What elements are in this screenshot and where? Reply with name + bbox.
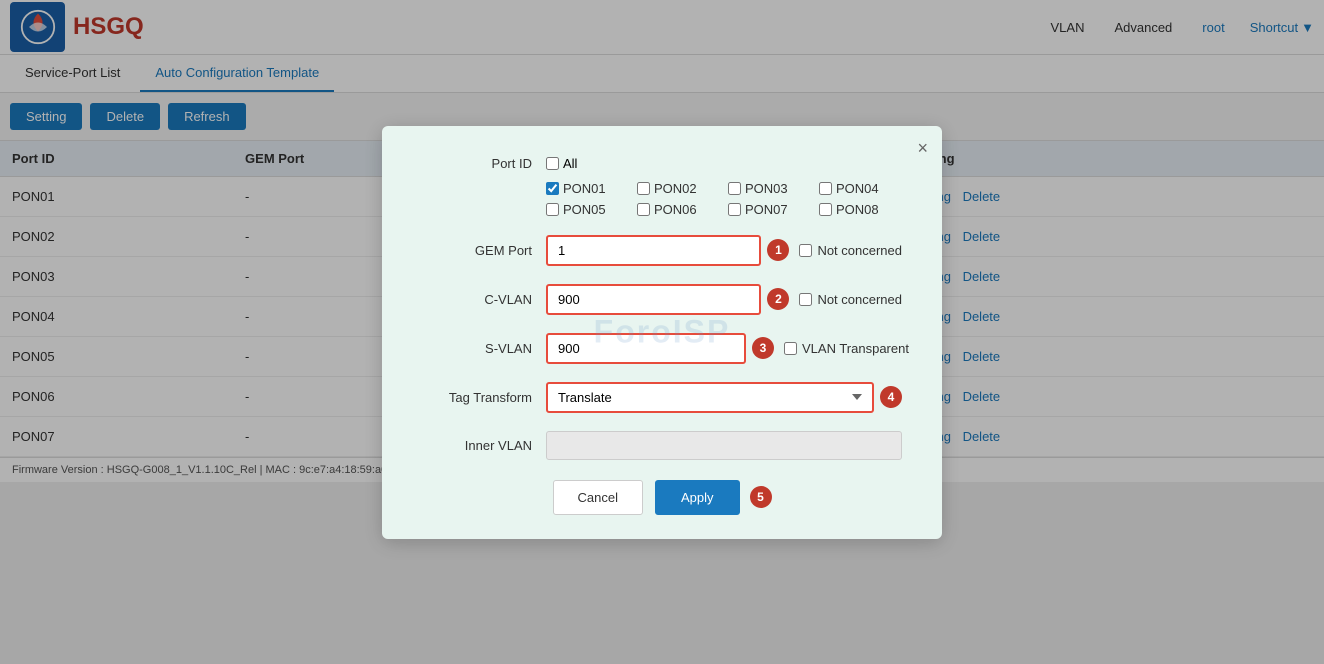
all-checkbox-item: All xyxy=(546,156,577,171)
gem-not-concerned-checkbox[interactable] xyxy=(799,244,812,257)
pon05-checkbox[interactable] xyxy=(546,203,559,216)
pon06-checkbox[interactable] xyxy=(637,203,650,216)
step5-badge: 5 xyxy=(750,486,772,508)
c-vlan-not-concerned-checkbox[interactable] xyxy=(799,293,812,306)
pon03-item: PON03 xyxy=(728,181,811,196)
pon07-label: PON07 xyxy=(745,202,788,217)
c-vlan-label: C-VLAN xyxy=(422,292,532,307)
gem-not-concerned-label: Not concerned xyxy=(817,243,902,258)
gem-port-label: GEM Port xyxy=(422,243,532,258)
inner-vlan-label: Inner VLAN xyxy=(422,438,532,453)
pon03-label: PON03 xyxy=(745,181,788,196)
pon04-item: PON04 xyxy=(819,181,902,196)
tag-transform-select[interactable]: Translate Add Remove Transparent xyxy=(546,382,874,413)
gem-port-row: GEM Port 1 Not concerned xyxy=(422,235,902,266)
modal-overlay: × ForoISP Port ID All PON01 PON02 xyxy=(0,0,1324,664)
step3-badge: 3 xyxy=(752,337,774,359)
pon07-checkbox[interactable] xyxy=(728,203,741,216)
s-vlan-label: S-VLAN xyxy=(422,341,532,356)
step1-badge: 1 xyxy=(767,239,789,261)
modal-footer: Cancel Apply 5 xyxy=(422,480,902,515)
pon-row-2: PON05 PON06 PON07 PON08 xyxy=(546,202,902,217)
pon02-checkbox[interactable] xyxy=(637,182,650,195)
pon02-item: PON02 xyxy=(637,181,720,196)
apply-wrap: Apply 5 xyxy=(655,480,772,515)
modal-close-button[interactable]: × xyxy=(917,138,928,159)
c-vlan-row: C-VLAN 2 Not concerned xyxy=(422,284,902,315)
pon06-item: PON06 xyxy=(637,202,720,217)
apply-button[interactable]: Apply xyxy=(655,480,740,515)
gem-not-concerned-wrap: Not concerned xyxy=(799,243,902,258)
cancel-button[interactable]: Cancel xyxy=(553,480,643,515)
pon08-checkbox[interactable] xyxy=(819,203,832,216)
pon05-item: PON05 xyxy=(546,202,629,217)
c-vlan-input[interactable] xyxy=(546,284,761,315)
pon04-checkbox[interactable] xyxy=(819,182,832,195)
pon06-label: PON06 xyxy=(654,202,697,217)
gem-port-input[interactable] xyxy=(546,235,761,266)
tag-transform-row: Tag Transform Translate Add Remove Trans… xyxy=(422,382,902,413)
inner-vlan-row: Inner VLAN xyxy=(422,431,902,460)
inner-vlan-input xyxy=(546,431,902,460)
c-vlan-not-concerned-wrap: Not concerned xyxy=(799,292,902,307)
pon01-checkbox[interactable] xyxy=(546,182,559,195)
s-vlan-row: S-VLAN 3 VLAN Transparent xyxy=(422,333,902,364)
pon05-label: PON05 xyxy=(563,202,606,217)
s-vlan-input[interactable] xyxy=(546,333,746,364)
pon08-label: PON08 xyxy=(836,202,879,217)
step4-badge: 4 xyxy=(880,386,902,408)
pon02-label: PON02 xyxy=(654,181,697,196)
pon03-checkbox[interactable] xyxy=(728,182,741,195)
step2-badge: 2 xyxy=(767,288,789,310)
all-checkbox[interactable] xyxy=(546,157,559,170)
port-id-label: Port ID xyxy=(422,156,532,171)
pon07-item: PON07 xyxy=(728,202,811,217)
s-vlan-transparent-wrap: VLAN Transparent xyxy=(784,341,909,356)
modal-dialog: × ForoISP Port ID All PON01 PON02 xyxy=(382,126,942,539)
pon01-label: PON01 xyxy=(563,181,606,196)
c-vlan-not-concerned-label: Not concerned xyxy=(817,292,902,307)
all-label: All xyxy=(563,156,577,171)
port-id-row: Port ID All xyxy=(422,156,902,171)
pon-row-1: PON01 PON02 PON03 PON04 xyxy=(546,181,902,196)
s-vlan-transparent-label: VLAN Transparent xyxy=(802,341,909,356)
pon-grid: PON01 PON02 PON03 PON04 PON05 xyxy=(546,181,902,217)
s-vlan-transparent-checkbox[interactable] xyxy=(784,342,797,355)
tag-transform-label: Tag Transform xyxy=(422,390,532,405)
pon08-item: PON08 xyxy=(819,202,902,217)
pon01-item: PON01 xyxy=(546,181,629,196)
pon04-label: PON04 xyxy=(836,181,879,196)
